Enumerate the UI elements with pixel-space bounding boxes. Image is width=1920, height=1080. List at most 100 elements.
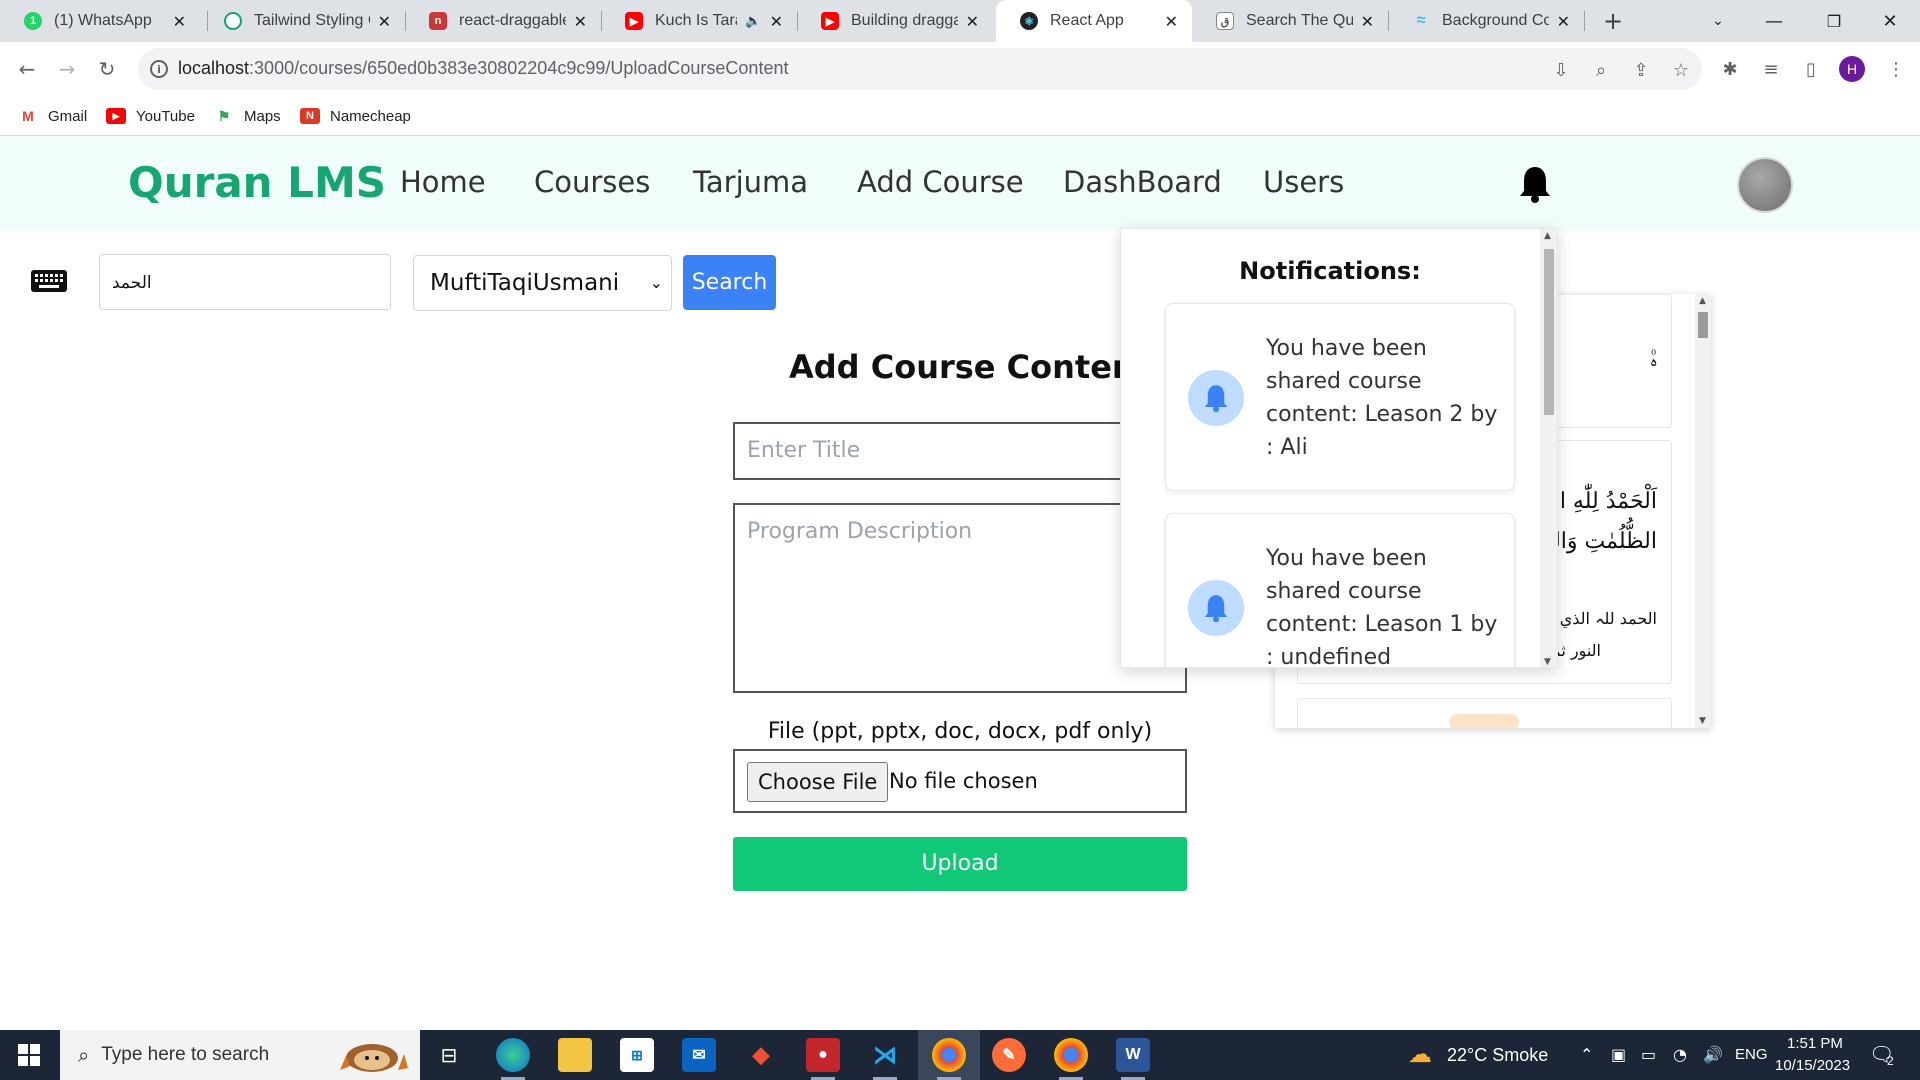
forward-button[interactable]: → [52, 54, 82, 84]
chrome-icon[interactable] [932, 1038, 966, 1080]
user-avatar[interactable] [1737, 157, 1793, 213]
share-icon[interactable]: ⇪ [1629, 58, 1653, 82]
git-icon[interactable]: ◆ [744, 1038, 778, 1072]
windows-start-icon[interactable] [18, 1044, 40, 1066]
npm-icon: n [429, 12, 447, 30]
notification-bell-icon [1188, 580, 1244, 636]
taskbar-search-box[interactable]: ⌕ Type here to search [60, 1030, 420, 1080]
tab-search-quran[interactable]: ق Search The Qura ✕ [1192, 0, 1388, 42]
more-menu-icon[interactable]: ⋮ [1884, 57, 1908, 81]
new-tab-button[interactable]: + [1598, 6, 1628, 36]
site-info-icon[interactable]: i [150, 60, 168, 78]
bookmark-maps[interactable]: ⚑ Maps [214, 104, 281, 128]
keyboard-icon[interactable] [31, 270, 67, 292]
youtube-icon: ▶ [625, 12, 643, 30]
back-button[interactable]: ← [12, 54, 42, 84]
translator-select[interactable]: MuftiTaqiUsmani ⌄ [413, 255, 672, 311]
close-icon[interactable]: ✕ [574, 12, 587, 31]
tab-search-chevron-icon[interactable]: ⌄ [1690, 0, 1746, 42]
profile-avatar[interactable]: H [1839, 56, 1865, 82]
clock-time[interactable]: 1:51 PM [1787, 1035, 1843, 1052]
close-icon[interactable]: ✕ [966, 12, 979, 31]
tab-react-app[interactable]: ⚛ React App ✕ [996, 0, 1192, 42]
brand-logo[interactable]: Quran LMS [128, 158, 386, 207]
scroll-down-arrow-icon[interactable]: ▼ [1699, 716, 1706, 726]
store-icon[interactable]: ⊞ [620, 1038, 654, 1072]
chevron-up-icon[interactable]: ⌃ [1580, 1045, 1593, 1064]
url-text[interactable]: localhost:3000/courses/650ed0b383e308022… [178, 58, 788, 79]
notification-item[interactable]: You have been shared course content: Lea… [1165, 303, 1515, 491]
weather-icon[interactable]: ☁ [1408, 1040, 1432, 1068]
tab-title: Kuch Is Tara [655, 12, 738, 29]
description-textarea[interactable]: Program Description [733, 503, 1187, 693]
search-button[interactable]: Search [683, 255, 776, 310]
side-panel-icon[interactable]: ▯ [1799, 57, 1823, 81]
mail-icon[interactable]: ✉ [682, 1038, 716, 1072]
notification-item[interactable]: You have been shared course content: Lea… [1165, 513, 1515, 667]
clock-date[interactable]: 10/15/2023 [1775, 1057, 1850, 1074]
scrollbar-thumb[interactable] [1698, 312, 1708, 338]
bookmark-gmail[interactable]: M Gmail [18, 104, 87, 128]
tab-background-color[interactable]: ≈ Background Colo ✕ [1388, 0, 1584, 42]
chrome-icon[interactable] [1054, 1038, 1088, 1080]
tab-youtube-kuch[interactable]: ▶ Kuch Is Tara 🔈 ✕ [601, 0, 797, 42]
zoom-icon[interactable]: ⌕ [1589, 58, 1613, 82]
tab-react-draggable[interactable]: n react-draggable ✕ [405, 0, 601, 42]
tab-tailwind-styling[interactable]: Tailwind Styling C ✕ [200, 0, 405, 42]
close-icon[interactable]: ✕ [770, 12, 783, 31]
word-icon[interactable]: W [1116, 1038, 1150, 1080]
battery-icon[interactable]: ▭ [1641, 1045, 1656, 1064]
bookmark-youtube[interactable]: ▶ YouTube [106, 104, 195, 128]
tab-whatsapp[interactable]: 1 (1) WhatsApp ✕ [0, 0, 200, 42]
tab-youtube-building[interactable]: ▶ Building draggab ✕ [797, 0, 993, 42]
reload-button[interactable]: ↻ [92, 54, 122, 84]
close-window-button[interactable]: ✕ [1862, 0, 1918, 42]
task-view-icon[interactable]: ⊟ [432, 1038, 466, 1072]
tab-separator [1584, 11, 1585, 31]
wifi-icon[interactable]: ◔ [1673, 1045, 1687, 1064]
nav-add-course[interactable]: Add Course [857, 165, 1024, 199]
nav-courses[interactable]: Courses [534, 165, 650, 199]
scroll-up-arrow-icon[interactable]: ▲ [1544, 231, 1551, 241]
close-icon[interactable]: ✕ [1361, 12, 1374, 31]
postman-icon[interactable]: ✎ [992, 1038, 1026, 1072]
file-explorer-icon[interactable] [558, 1038, 592, 1072]
language-indicator[interactable]: ENG [1735, 1046, 1768, 1063]
weather-text[interactable]: 22°C Smoke [1447, 1045, 1548, 1066]
nav-dashboard[interactable]: DashBoard [1063, 165, 1222, 199]
edge-icon[interactable] [496, 1038, 530, 1080]
upload-button[interactable]: Upload [733, 837, 1187, 891]
choose-file-button[interactable]: Choose File [747, 762, 889, 802]
scroll-down-arrow-icon[interactable]: ▼ [1544, 657, 1551, 667]
search-input[interactable]: الحمد [99, 254, 391, 310]
media-controls-icon[interactable]: ≡ [1759, 57, 1783, 81]
title-input[interactable]: Enter Title [733, 422, 1187, 480]
tab-title: (1) WhatsApp [54, 12, 152, 29]
volume-icon[interactable]: 🔊 [1703, 1045, 1723, 1064]
minimize-button[interactable]: — [1746, 0, 1802, 42]
scroll-up-arrow-icon[interactable]: ▲ [1699, 296, 1706, 306]
file-input[interactable]: Choose File No file chosen [733, 749, 1187, 813]
meet-now-icon[interactable]: ▣ [1611, 1045, 1626, 1064]
bell-icon[interactable] [1518, 164, 1552, 204]
install-app-icon[interactable]: ⇩ [1549, 58, 1573, 82]
close-icon[interactable]: ✕ [378, 12, 391, 31]
close-icon[interactable]: ✕ [1165, 12, 1178, 31]
bookmark-label: Namecheap [330, 107, 411, 125]
bookmark-star-icon[interactable]: ☆ [1669, 58, 1693, 82]
vscode-icon[interactable]: ⋊ [868, 1038, 902, 1080]
nav-tarjuma[interactable]: Tarjuma [693, 165, 808, 199]
scrollbar[interactable]: ▲ ▼ [1540, 229, 1557, 667]
nav-users[interactable]: Users [1263, 165, 1344, 199]
address-bar[interactable]: i localhost:3000/courses/650ed0b383e3080… [138, 48, 1702, 90]
nav-home[interactable]: Home [400, 165, 486, 199]
bookmark-namecheap[interactable]: N Namecheap [300, 104, 411, 128]
camera-icon[interactable]: ● [806, 1038, 840, 1080]
scrollbar-thumb[interactable] [1544, 249, 1554, 415]
speaker-icon[interactable]: 🔈 [745, 14, 761, 29]
restore-button[interactable]: ❐ [1806, 0, 1862, 42]
close-icon[interactable]: ✕ [1557, 12, 1570, 31]
extensions-icon[interactable]: ✱ [1718, 57, 1742, 81]
close-icon[interactable]: ✕ [173, 12, 186, 31]
scrollbar[interactable]: ▲ ▼ [1695, 294, 1711, 728]
